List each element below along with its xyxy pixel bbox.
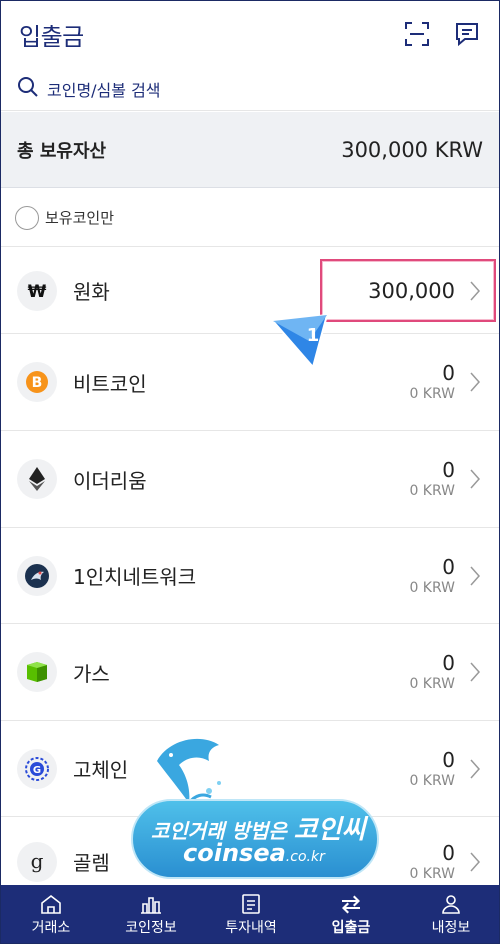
nav-tab-history[interactable]: 투자내역	[201, 885, 301, 943]
total-assets-value: 300,000 KRW	[341, 137, 483, 162]
watermark-logo: 코인거래 방법은 코인씨 coinsea.co.kr	[131, 731, 379, 881]
chevron-right-icon	[469, 371, 483, 393]
coin-amount: 0	[442, 361, 455, 385]
annotation-pointer-badge: 1	[270, 313, 329, 369]
won-icon: ₩	[17, 270, 57, 311]
watermark-line2: coinsea.co.kr	[183, 839, 325, 867]
coin-row-bitcoin[interactable]: B 비트코인 0 0 KRW	[1, 334, 499, 431]
app-frame: 입출금 코인명/심볼 검색 총 보유자산 300,000 KRW 보유코인만 ₩…	[0, 0, 500, 944]
chart-icon	[141, 896, 161, 914]
coin-name: 골렘	[73, 851, 110, 875]
owned-coins-filter[interactable]: 보유코인만	[1, 189, 499, 247]
total-assets-label: 총 보유자산	[17, 140, 107, 162]
home-icon	[41, 894, 61, 914]
golem-icon: g	[17, 841, 57, 882]
svg-text:G: G	[33, 765, 41, 776]
coin-amount: 0	[442, 840, 455, 865]
coin-name: 비트코인	[73, 371, 147, 396]
coin-name: 고체인	[73, 758, 129, 782]
annotation-number: 1	[307, 325, 320, 346]
coin-name: 가스	[73, 661, 110, 686]
document-icon	[242, 893, 260, 914]
coin-krw-value: 0 KRW	[409, 579, 455, 596]
ethereum-icon	[17, 459, 57, 499]
coin-row-gas[interactable]: 가스 0 0 KRW	[1, 624, 499, 721]
header-actions	[403, 20, 481, 48]
nav-tab-coin-info[interactable]: 코인정보	[101, 885, 201, 943]
chevron-right-icon	[469, 758, 483, 780]
nav-tab-deposit-withdraw[interactable]: 입출금	[301, 885, 401, 943]
search-icon	[17, 76, 39, 102]
owned-coins-radio[interactable]	[15, 205, 39, 230]
svg-text:B: B	[32, 375, 43, 391]
scan-icon[interactable]	[403, 20, 431, 48]
nav-label: 내정보	[431, 919, 471, 936]
page-title: 입출금	[19, 22, 84, 51]
owned-coins-label: 보유코인만	[45, 209, 115, 227]
bitcoin-icon: B	[17, 362, 57, 402]
coin-krw-value: 0 KRW	[409, 865, 455, 882]
chevron-right-icon	[469, 468, 483, 490]
chevron-right-icon	[469, 661, 483, 683]
coin-name: 이더리움	[73, 468, 147, 493]
gas-icon	[17, 652, 57, 692]
coin-row-ethereum[interactable]: 이더리움 0 0 KRW	[1, 431, 499, 528]
chevron-right-icon	[469, 565, 483, 587]
gochain-icon: G	[17, 748, 57, 789]
coin-krw-value: 0 KRW	[409, 483, 455, 499]
total-assets: 총 보유자산 300,000 KRW	[1, 112, 499, 188]
user-icon	[442, 894, 460, 914]
coin-krw-value: 0 KRW	[409, 676, 455, 692]
dolphin-icon	[157, 738, 221, 804]
coin-krw-value: 0 KRW	[409, 386, 455, 402]
nav-label: 입출금	[331, 919, 371, 936]
nav-label: 코인정보	[125, 919, 177, 936]
1inch-icon	[17, 555, 57, 596]
nav-label: 거래소	[31, 919, 71, 936]
bottom-navigation: 거래소 코인정보 투자내역 입출금 내정보	[1, 885, 499, 943]
nav-label: 투자내역	[225, 919, 277, 936]
coin-amount: 0	[442, 747, 455, 772]
coin-amount: 0	[442, 651, 455, 675]
coin-amount: 0	[442, 458, 455, 482]
chat-icon[interactable]	[453, 20, 481, 48]
chevron-right-icon	[469, 851, 483, 873]
coin-row-1inch[interactable]: 1인치네트워크 0 0 KRW	[1, 528, 499, 624]
annotation-highlight-box	[320, 259, 496, 322]
svg-text:₩: ₩	[28, 282, 47, 302]
search-input[interactable]: 코인명/심볼 검색	[47, 77, 161, 101]
transfer-icon	[342, 895, 360, 913]
header: 입출금	[1, 1, 499, 67]
coin-krw-value: 0 KRW	[409, 772, 455, 789]
nav-tab-exchange[interactable]: 거래소	[1, 885, 101, 943]
coin-amount: 0	[442, 554, 455, 579]
coin-name: 1인치네트워크	[73, 565, 197, 589]
svg-text:g: g	[31, 849, 44, 873]
nav-tab-my-info[interactable]: 내정보	[401, 885, 499, 943]
coin-name: 원화	[73, 280, 110, 304]
search-bar[interactable]: 코인명/심볼 검색	[1, 67, 499, 111]
